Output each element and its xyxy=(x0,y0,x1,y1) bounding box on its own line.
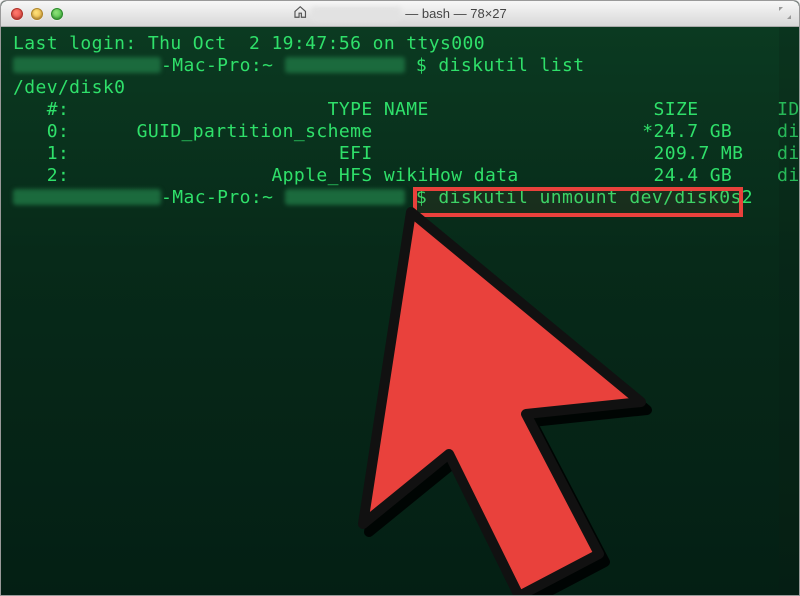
terminal-body[interactable]: Last login: Thu Oct 2 19:47:56 on ttys00… xyxy=(1,27,799,596)
line-row-1: 1: EFI 209.7 MB disk0s1 xyxy=(13,143,789,165)
blurred-user xyxy=(13,57,161,73)
arrow-cursor-icon xyxy=(341,202,701,596)
title-username-blurred xyxy=(311,7,401,21)
window-title: — bash — 78×27 xyxy=(293,5,507,22)
line-row-2: 2: Apple_HFS wikiHow data 24.4 GB disk0s… xyxy=(13,165,789,187)
fullscreen-icon[interactable] xyxy=(777,5,793,21)
line-disk-header: /dev/disk0 xyxy=(13,77,789,99)
line-row-0: 0: GUID_partition_scheme *24.7 GB disk0 xyxy=(13,121,789,143)
traffic-lights xyxy=(11,8,63,20)
line-last-login: Last login: Thu Oct 2 19:47:56 on ttys00… xyxy=(13,33,789,55)
line-columns: #: TYPE NAME SIZE IDENTIFIER xyxy=(13,99,789,121)
line-prompt-1: -Mac-Pro:~ $ diskutil list xyxy=(13,55,789,77)
zoom-button[interactable] xyxy=(51,8,63,20)
minimize-button[interactable] xyxy=(31,8,43,20)
window-titlebar: — bash — 78×27 xyxy=(1,1,799,27)
blurred-user xyxy=(13,189,161,205)
command-1: diskutil list xyxy=(438,55,584,76)
home-icon xyxy=(293,5,307,22)
terminal-window: — bash — 78×27 Last login: Thu Oct 2 19:… xyxy=(0,0,800,596)
title-suffix: — bash — 78×27 xyxy=(405,6,507,21)
blurred-path xyxy=(285,57,405,73)
close-button[interactable] xyxy=(11,8,23,20)
